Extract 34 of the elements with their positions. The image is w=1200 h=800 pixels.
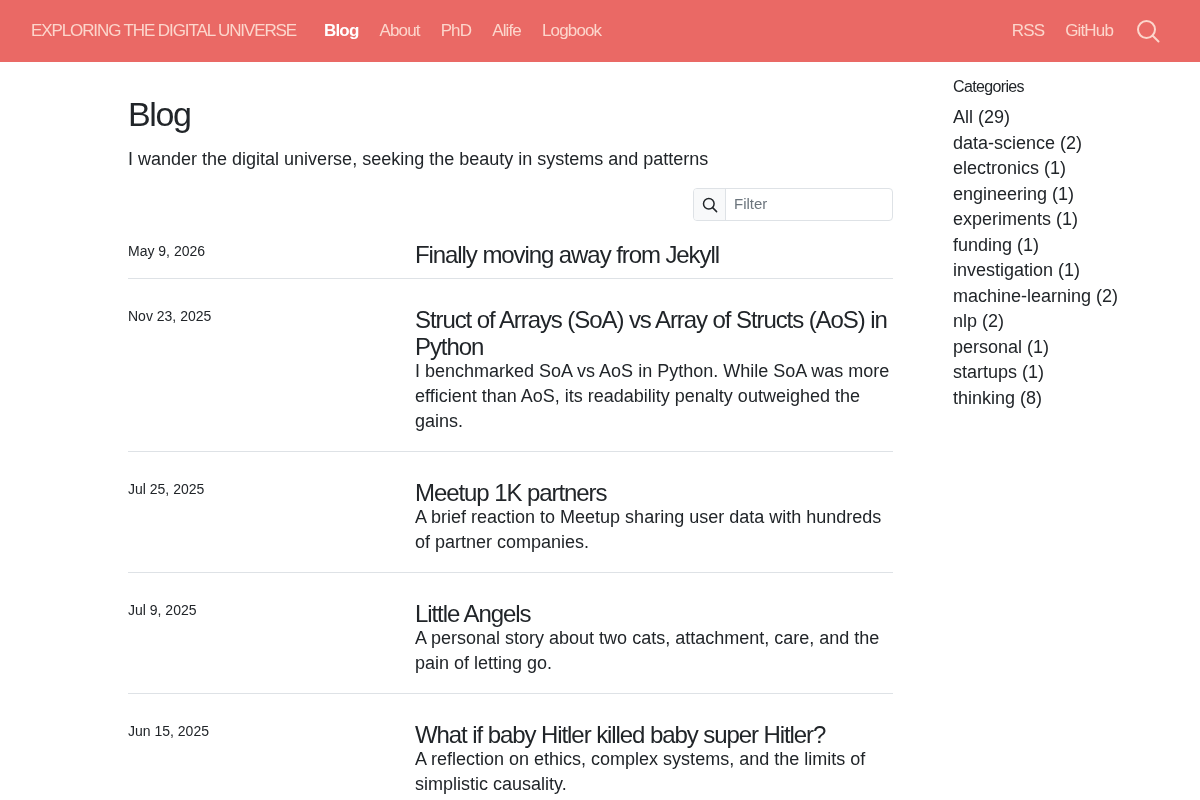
- category-link[interactable]: machine-learning (2): [953, 285, 1119, 306]
- category-link[interactable]: personal (1): [953, 336, 1050, 357]
- post-title-link[interactable]: Little Angels: [415, 600, 893, 627]
- post-summary: A reflection on ethics, complex systems, and the limits of simplistic causality.: [415, 748, 867, 796]
- category-link[interactable]: nlp (2): [953, 311, 1005, 331]
- category-link[interactable]: startups (1): [953, 362, 1045, 382]
- post-summary: I benchmarked SoA vs AoS in Python. While SoA was more efficient than AoS, its readability penalty outweighed the gains.: [415, 360, 891, 433]
- sidebar-heading: Categories: [953, 77, 1025, 97]
- category-link[interactable]: experiments (1): [953, 209, 1079, 229]
- post-date: May 9, 2026: [128, 242, 207, 261]
- post-date: Jul 25, 2025: [128, 480, 206, 499]
- search-icon: [1136, 19, 1160, 43]
- search-button[interactable]: [1136, 19, 1160, 43]
- category-link[interactable]: engineering (1): [953, 183, 1075, 204]
- post-date: Nov 23, 2025: [128, 307, 213, 326]
- category-link[interactable]: All (29): [953, 107, 1010, 127]
- post-title-link[interactable]: What if baby Hitler killed baby super Hitler?: [415, 721, 893, 748]
- page-subtitle: I wander the digital universe, seeking the beauty in systems and patterns: [128, 148, 710, 171]
- post-title-link[interactable]: Meetup 1K partners: [415, 479, 893, 506]
- filter-input: Filter: [726, 189, 892, 220]
- category-link[interactable]: investigation (1): [953, 260, 1081, 280]
- post-summary: A personal story about two cats, attachment, care, and the pain of letting go.: [415, 627, 881, 675]
- post-summary: A brief reaction to Meetup sharing user data with hundreds of partner companies.: [415, 506, 883, 554]
- post-title-link[interactable]: Finally moving away from Jekyll: [415, 241, 893, 268]
- search-icon: [694, 189, 726, 220]
- post-title-link[interactable]: Struct of Arrays (SoA) vs Array of Structs (AoS) in Python: [415, 306, 893, 360]
- post-date: Jun 15, 2025: [128, 722, 210, 741]
- category-link[interactable]: electronics (1): [953, 158, 1067, 178]
- category-link[interactable]: funding (1): [953, 234, 1040, 255]
- category-link[interactable]: data-science (2): [953, 132, 1083, 153]
- filter-field[interactable]: Filter: [693, 188, 893, 221]
- category-link[interactable]: thinking (8): [953, 387, 1043, 408]
- post-date: Jul 9, 2025: [128, 601, 198, 620]
- page-title: Blog: [128, 94, 192, 135]
